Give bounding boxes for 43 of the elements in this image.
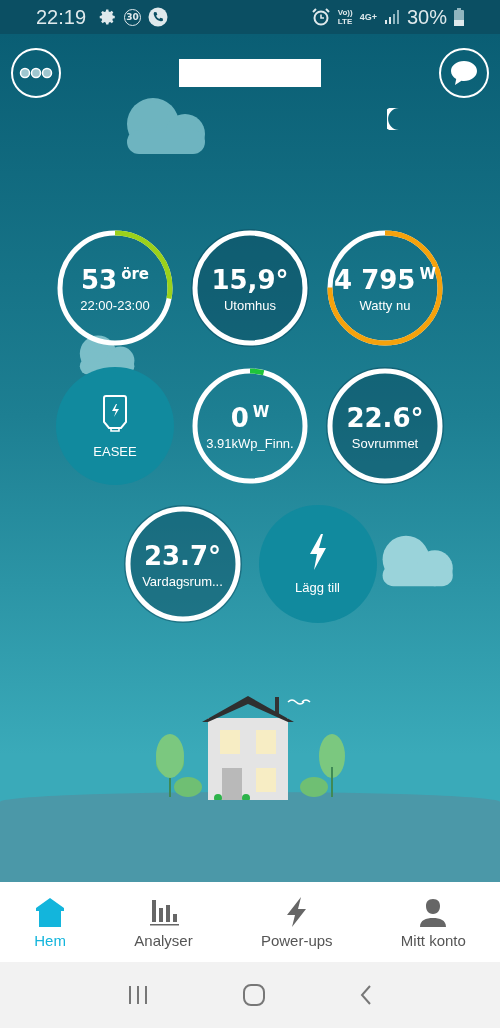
sensor-tile[interactable]: 23.7° Vardagsrum... bbox=[123, 505, 242, 623]
lightning-icon bbox=[307, 533, 328, 570]
tile-label: Utomhus bbox=[224, 297, 276, 313]
tile-unit: W bbox=[419, 263, 436, 284]
network-indicator: 4G+ bbox=[359, 12, 377, 22]
chat-icon bbox=[449, 59, 479, 87]
tile-label: Vardagsrum... bbox=[142, 573, 223, 589]
charger-icon bbox=[102, 393, 128, 434]
more-icon bbox=[19, 67, 53, 79]
house-icon bbox=[34, 895, 67, 928]
moon-icon bbox=[387, 108, 399, 130]
tile-label: Sovrummet bbox=[351, 435, 419, 451]
tile-unit: öre bbox=[121, 263, 150, 284]
tile-value: 23.7° bbox=[143, 539, 222, 572]
battery-percentage: 30% bbox=[406, 5, 447, 29]
tile-value: 15,9° bbox=[211, 263, 289, 296]
settings-icon bbox=[99, 8, 118, 26]
recent-apps-icon[interactable] bbox=[126, 985, 150, 1005]
sensor-tile[interactable]: 22.6° Sovrummet bbox=[326, 367, 444, 485]
clock-time: 22:19 bbox=[36, 5, 87, 29]
tile-unit: W bbox=[252, 401, 270, 422]
phone-icon bbox=[148, 7, 169, 27]
volte-indicator: Vo)) LTE bbox=[337, 8, 353, 26]
tile-value: 4 795 bbox=[334, 263, 416, 296]
home-icon[interactable] bbox=[242, 983, 266, 1007]
charger-tile[interactable]: EASEE bbox=[56, 367, 174, 485]
nav-tab[interactable]: Analyser bbox=[132, 891, 195, 953]
tile-value: 22.6° bbox=[346, 401, 424, 434]
battery-icon bbox=[454, 8, 464, 26]
tile-value: 0 bbox=[230, 401, 249, 434]
alarm-icon bbox=[310, 7, 331, 27]
nav-tab[interactable]: Power-ups bbox=[258, 891, 335, 953]
back-icon[interactable] bbox=[358, 984, 374, 1006]
tile-label: 3.91kWp_Finn. bbox=[206, 435, 294, 451]
tile-value: 53 bbox=[80, 263, 118, 296]
tile-label: 22:00-23:00 bbox=[80, 297, 150, 313]
add-tile[interactable]: Lägg till bbox=[258, 505, 377, 623]
signal-icon bbox=[383, 9, 400, 25]
nav-tab[interactable]: Mitt konto bbox=[398, 891, 468, 953]
tile-label: Watty nu bbox=[359, 297, 411, 313]
chat-button[interactable] bbox=[439, 48, 489, 98]
menu-button[interactable] bbox=[11, 48, 61, 98]
sensor-tile[interactable]: 15,9° Utomhus bbox=[191, 229, 309, 347]
